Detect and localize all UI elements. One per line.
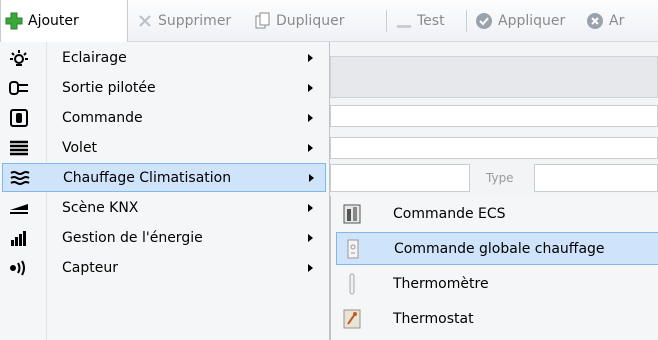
menu-item-label: Capteur	[62, 259, 118, 276]
menu-item-label: Commande	[62, 109, 143, 126]
test-button[interactable]: Test	[396, 0, 445, 42]
light-bulb-icon	[8, 47, 30, 69]
apply-button[interactable]: Appliquer	[475, 0, 565, 42]
form-field[interactable]	[330, 105, 658, 127]
submenu-item-label: Thermostat	[393, 310, 474, 327]
menu-item-gestion-energie[interactable]: Gestion de l'énergie	[0, 223, 328, 252]
apply-label: Appliquer	[498, 13, 566, 29]
add-label: Ajouter	[28, 13, 79, 29]
submenu-arrow-icon	[308, 203, 313, 212]
cancel-button[interactable]: Ar	[586, 0, 624, 42]
menu-item-label: Gestion de l'énergie	[62, 229, 203, 246]
heating-icon	[9, 167, 31, 189]
add-button[interactable]: Ajouter	[0, 0, 128, 42]
submenu-arrow-icon	[308, 53, 313, 62]
menu-item-commande[interactable]: Commande	[0, 103, 328, 132]
duplicate-button[interactable]: Dupliquer	[255, 0, 344, 42]
menu-item-eclairage[interactable]: Eclairage	[0, 43, 328, 72]
test-icon	[396, 13, 412, 29]
plug-output-icon	[8, 77, 30, 99]
add-menu: Eclairage Sortie pilotée Commande Volet …	[0, 42, 330, 340]
menu-item-capteur[interactable]: Capteur	[0, 253, 328, 282]
submenu-arrow-icon	[308, 83, 313, 92]
ecs-tank-icon	[341, 202, 363, 226]
global-heating-icon	[342, 237, 364, 261]
menu-item-label: Sortie pilotée	[62, 79, 156, 96]
menu-item-scene-knx[interactable]: Scène KNX	[0, 193, 328, 222]
scene-icon	[8, 197, 30, 219]
delete-button[interactable]: Supprimer	[137, 0, 231, 42]
form-field[interactable]	[330, 137, 658, 159]
menu-item-label: Eclairage	[62, 49, 127, 66]
submenu-arrow-icon	[308, 113, 313, 122]
menu-item-label: Chauffage Climatisation	[63, 169, 232, 186]
submenu-item-thermostat[interactable]: Thermostat	[331, 302, 658, 335]
check-circle-icon	[475, 12, 493, 30]
menu-item-sortie-pilotee[interactable]: Sortie pilotée	[0, 73, 328, 102]
menu-item-label: Scène KNX	[62, 199, 139, 216]
submenu-arrow-icon	[309, 173, 314, 182]
submenu-item-label: Commande ECS	[393, 205, 506, 222]
menu-item-label: Volet	[62, 139, 98, 156]
duplicate-icon	[255, 12, 271, 30]
submenu-item-label: Thermomètre	[393, 275, 489, 292]
thermometer-icon	[341, 272, 363, 296]
type-field[interactable]	[534, 164, 658, 192]
cancel-label: Ar	[609, 13, 625, 29]
submenu-arrow-icon	[308, 263, 313, 272]
thermostat-icon	[341, 307, 363, 331]
submenu-arrow-icon	[308, 143, 313, 152]
menu-item-chauffage-climatisation[interactable]: Chauffage Climatisation	[2, 163, 326, 192]
submenu-arrow-icon	[308, 233, 313, 242]
duplicate-label: Dupliquer	[276, 13, 345, 29]
test-label: Test	[417, 13, 445, 29]
delete-x-icon	[137, 13, 153, 29]
cancel-circle-icon	[586, 12, 604, 30]
toolbar: Ajouter Supprimer Dupliquer Test Appliqu…	[0, 0, 658, 42]
type-label: Type	[486, 171, 514, 185]
command-button-icon	[8, 107, 30, 129]
toolbar-separator	[466, 10, 467, 32]
name-field[interactable]	[330, 164, 470, 192]
form-header-bar	[330, 56, 658, 98]
shutter-icon	[8, 137, 30, 159]
delete-label: Supprimer	[158, 13, 232, 29]
plus-icon	[5, 12, 23, 30]
energy-bars-icon	[8, 227, 30, 249]
sensor-icon	[8, 257, 30, 279]
toolbar-separator	[386, 10, 387, 32]
submenu-item-commande-ecs[interactable]: Commande ECS	[331, 197, 658, 230]
chauffage-submenu: Commande ECS Commande globale chauffage …	[330, 196, 658, 340]
submenu-item-thermometre[interactable]: Thermomètre	[331, 267, 658, 300]
submenu-item-label: Commande globale chauffage	[394, 240, 605, 257]
menu-item-volet[interactable]: Volet	[0, 133, 328, 162]
submenu-item-commande-globale-chauffage[interactable]: Commande globale chauffage	[336, 232, 658, 265]
